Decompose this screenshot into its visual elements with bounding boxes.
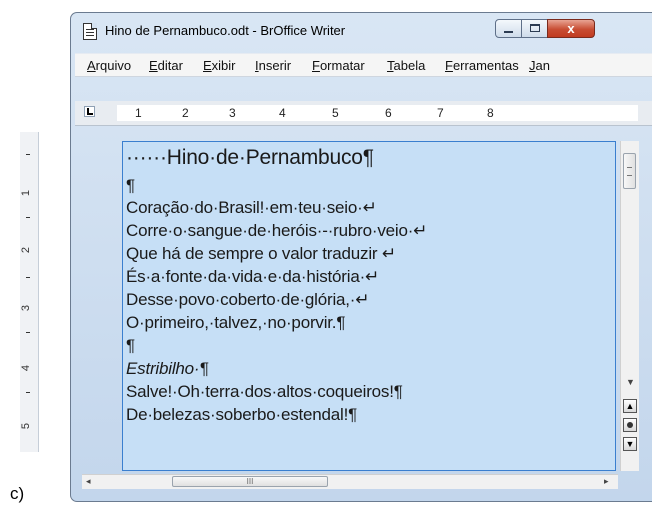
vruler-mark: 2 [20, 246, 33, 254]
menu-janela[interactable]: Jan [529, 58, 550, 73]
document-line: Que há de sempre o valor traduzir ↵ [126, 244, 396, 263]
document-line: De·belezas·soberbo·estendal!¶ [126, 405, 358, 424]
vruler-mark: 4 [20, 364, 33, 372]
vruler-mark: 1 [20, 189, 33, 197]
vruler-mark: 5 [20, 422, 33, 430]
menu-exibir[interactable]: Exibir [203, 58, 236, 73]
window-title: Hino de Pernambuco.odt - BrOffice Writer [105, 23, 346, 38]
document-line: Coração·do·Brasil!·em·teu·seio·↵ [126, 198, 377, 217]
document-line: Salve!·Oh·terra·dos·altos·coqueiros!¶ [126, 382, 403, 401]
navigator-button[interactable] [623, 418, 637, 432]
horizontal-ruler[interactable]: 1 2 3 4 5 6 7 8 [117, 105, 638, 121]
ruler-mark: 4 [279, 106, 286, 120]
ruler-mark: 2 [182, 106, 189, 120]
document-icon [83, 23, 97, 40]
scroll-right-arrow-icon[interactable]: ▸ [604, 476, 609, 487]
close-icon: x [567, 21, 575, 36]
menu-tabela[interactable]: Tabela [387, 58, 425, 73]
ruler-mark: 1 [135, 106, 142, 120]
menu-formatar[interactable]: Formatar [312, 58, 365, 73]
document-line: O·primeiro,·talvez,·no·porvir.¶ [126, 313, 346, 332]
horizontal-scroll-thumb[interactable]: III [172, 476, 328, 487]
title-bar[interactable]: Hino de Pernambuco.odt - BrOffice Writer… [71, 13, 652, 49]
navigator-dot-icon [627, 422, 633, 428]
menu-editar[interactable]: Editar [149, 58, 183, 73]
maximize-icon [530, 24, 540, 32]
minimize-icon [504, 31, 513, 33]
menu-inserir[interactable]: Inserir [255, 58, 291, 73]
minimize-button[interactable] [495, 19, 522, 38]
vertical-scrollbar[interactable]: ▼ ▲ ▼ [620, 141, 639, 471]
ruler-mark: 6 [385, 106, 392, 120]
vertical-scroll-thumb[interactable] [623, 153, 636, 189]
menu-ferramentas[interactable]: Ferramentas [445, 58, 519, 73]
ruler-mark: 8 [487, 106, 494, 120]
horizontal-scrollbar[interactable]: ◂ III ▸ [82, 474, 618, 489]
document-line: És·a·fonte·da·vida·e·da·história·↵ [126, 267, 380, 286]
document-title-line: ······Hino·de·Pernambuco¶ [126, 146, 374, 169]
scroll-left-arrow-icon[interactable]: ◂ [86, 476, 91, 487]
document-line: Desse·povo·coberto·de·glória,·↵ [126, 290, 370, 309]
close-button[interactable]: x [547, 19, 595, 38]
document-text-area[interactable]: ······Hino·de·Pernambuco¶ ¶ Coração·do·B… [122, 141, 616, 471]
menu-arquivo[interactable]: Arquivo [87, 58, 131, 73]
vertical-ruler[interactable]: 1 2 3 4 5 [20, 132, 39, 452]
document-line-estribilho: Estribilho·¶ [126, 359, 209, 378]
document-line: ¶ [126, 336, 135, 355]
previous-page-button[interactable]: ▲ [623, 399, 637, 413]
ruler-mark: 5 [332, 106, 339, 120]
vruler-mark: 3 [20, 304, 33, 312]
document-line: ¶ [126, 176, 135, 195]
maximize-button[interactable] [521, 19, 548, 38]
ruler-mark: 3 [229, 106, 236, 120]
figure-caption: c) [10, 484, 25, 503]
menu-bar: Arquivo Editar Exibir Inserir Formatar T… [75, 53, 652, 77]
document-line: Corre·o·sangue·de·heróis·-·rubro·veio·↵ [126, 221, 428, 240]
ruler-mark: 7 [437, 106, 444, 120]
next-page-button[interactable]: ▼ [623, 437, 637, 451]
tab-stop-selector[interactable] [84, 106, 95, 117]
scroll-down-arrow-icon[interactable]: ▼ [626, 377, 635, 387]
ruler-bar: 1 2 3 4 5 6 7 8 [75, 101, 652, 126]
